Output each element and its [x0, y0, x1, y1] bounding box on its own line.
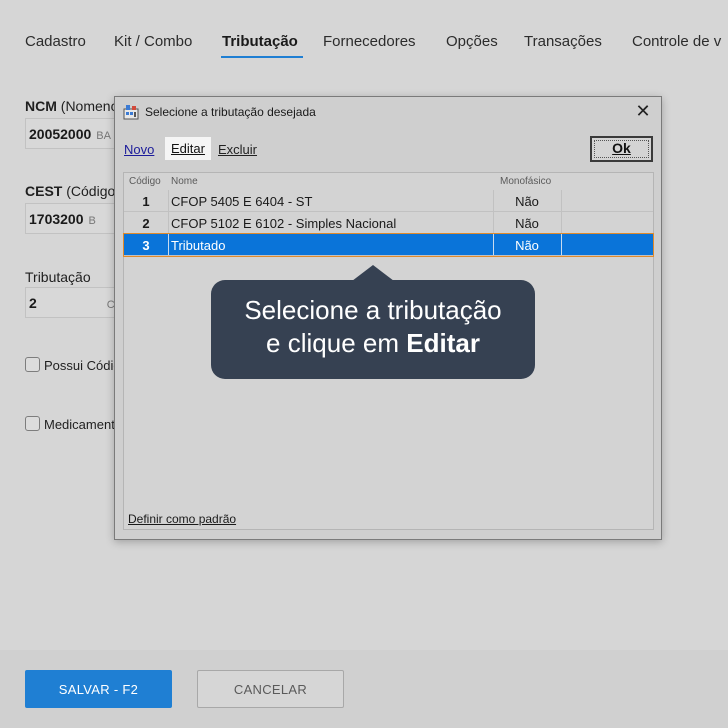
- row-monofasico: Não: [515, 238, 539, 253]
- cancel-button[interactable]: CANCELAR: [197, 670, 344, 708]
- row-name: CFOP 5102 E 6102 - Simples Nacional: [171, 216, 397, 231]
- tab-kit-combo[interactable]: Kit / Combo: [114, 33, 192, 51]
- table-row-selected[interactable]: 3 Tributado Não: [123, 233, 654, 257]
- definir-padrao-link[interactable]: Definir como padrão: [128, 512, 236, 526]
- cell-divider: [561, 234, 562, 255]
- cest-label: CEST (Código: [25, 183, 116, 199]
- cell-divider: [561, 190, 562, 211]
- tab-fornecedores[interactable]: Fornecedores: [323, 33, 416, 51]
- save-button[interactable]: SALVAR - F2: [25, 670, 172, 708]
- possui-codigo-label: Possui Códig: [44, 358, 121, 373]
- row-code: 1: [142, 194, 150, 209]
- row-name: CFOP 5405 E 6404 - ST: [171, 194, 313, 209]
- possui-codigo-checkbox[interactable]: [25, 357, 40, 372]
- tab-opcoes[interactable]: Opções: [446, 33, 498, 51]
- ncm-label: NCM (Nomenc: [25, 98, 118, 114]
- cell-divider: [168, 212, 169, 233]
- tooltip-emphasis: Editar: [406, 328, 480, 358]
- medicamento-checkbox[interactable]: [25, 416, 40, 431]
- tab-bar: Cadastro Kit / Combo Tributação Forneced…: [0, 0, 728, 70]
- dialog-title: Selecione a tributação desejada: [145, 105, 316, 119]
- row-monofasico: Não: [515, 194, 539, 209]
- tooltip-arrow: [352, 265, 394, 281]
- tab-transacoes[interactable]: Transações: [524, 33, 602, 51]
- dialog-titlebar[interactable]: Selecione a tributação desejada ✕: [115, 97, 661, 127]
- column-header-monofasico[interactable]: Monofásico: [500, 176, 551, 187]
- row-name: Tributado: [171, 238, 226, 253]
- excluir-link[interactable]: Excluir: [218, 142, 257, 157]
- row-code: 2: [142, 216, 150, 231]
- table-row[interactable]: 1 CFOP 5405 E 6404 - ST Não: [124, 190, 653, 212]
- ok-button[interactable]: Ok: [590, 136, 653, 162]
- editar-link[interactable]: Editar: [165, 137, 211, 160]
- novo-link[interactable]: Novo: [124, 142, 154, 157]
- app-icon: [123, 105, 139, 120]
- close-icon[interactable]: ✕: [633, 101, 653, 121]
- cell-divider: [168, 234, 169, 255]
- tooltip-line-1: Selecione a tributação: [244, 295, 502, 325]
- tab-cadastro[interactable]: Cadastro: [25, 33, 86, 51]
- cell-divider: [168, 190, 169, 211]
- tooltip-line-2: e clique em Editar: [266, 328, 480, 358]
- instruction-tooltip: Selecione a tributação e clique em Edita…: [211, 280, 535, 379]
- row-monofasico: Não: [515, 216, 539, 231]
- active-tab-indicator: [221, 56, 303, 58]
- column-header-codigo[interactable]: Código: [129, 176, 161, 187]
- cell-divider: [561, 212, 562, 233]
- row-code: 3: [142, 238, 150, 253]
- tab-controle[interactable]: Controle de v: [632, 33, 721, 51]
- tab-tributacao[interactable]: Tributação: [222, 33, 298, 51]
- tributacao-label: Tributação: [25, 269, 91, 285]
- medicamento-label: Medicament: [44, 417, 115, 432]
- column-header-nome[interactable]: Nome: [171, 176, 198, 187]
- grid-header: Código Nome Monofásico: [124, 173, 653, 190]
- table-row[interactable]: 2 CFOP 5102 E 6102 - Simples Nacional Nã…: [124, 212, 653, 234]
